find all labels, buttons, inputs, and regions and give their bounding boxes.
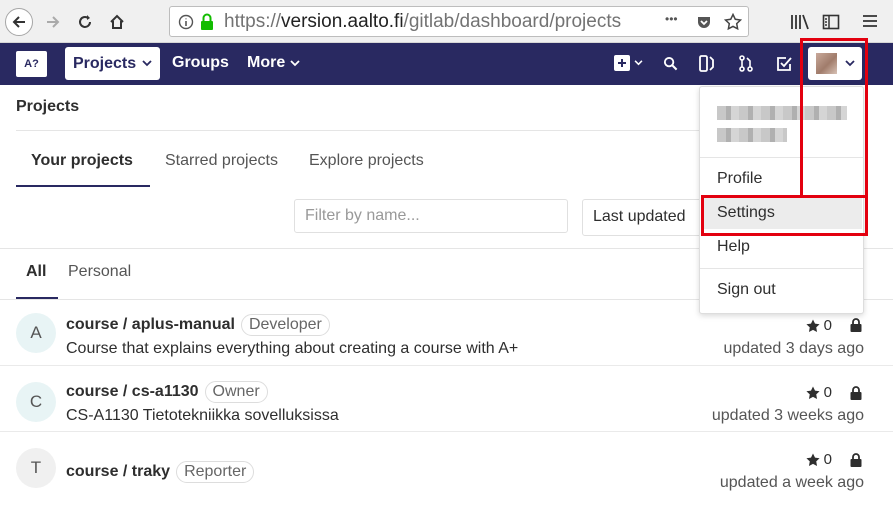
project-name[interactable]: course / cs-a1130 <box>66 383 199 400</box>
arrow-right-icon <box>47 16 60 28</box>
project-name-line: course / cs-a1130 Owner <box>66 381 268 403</box>
page-actions-icon[interactable]: ••• <box>665 12 678 26</box>
star-icon <box>806 318 820 332</box>
hamburger-menu-icon[interactable] <box>862 13 878 29</box>
star-icon <box>806 385 820 399</box>
issues-icon[interactable] <box>699 55 715 72</box>
gitlab-navbar: A? Projects Groups More <box>0 43 893 85</box>
project-avatar: A <box>16 313 56 353</box>
groups-link[interactable]: Groups <box>172 54 229 72</box>
active-tab-indicator <box>16 185 150 187</box>
divider <box>16 130 706 131</box>
chevron-down-icon <box>290 59 300 66</box>
private-lock-icon <box>850 318 862 332</box>
search-icon[interactable] <box>663 56 678 71</box>
subtab-all[interactable]: All <box>26 263 46 281</box>
library-icon[interactable] <box>790 13 810 31</box>
home-icon <box>110 14 124 29</box>
tab-starred-projects[interactable]: Starred projects <box>165 152 278 170</box>
project-row[interactable]: T course / traky Reporter 0 updated a wee… <box>0 432 893 498</box>
project-name-line: course / traky Reporter <box>66 461 255 483</box>
star-icon <box>806 452 820 466</box>
project-description: CS-A1130 Tietotekniikka sovelluksissa <box>66 407 339 424</box>
sort-dropdown[interactable]: Last updated <box>582 199 712 236</box>
url-bar[interactable]: https://version.aalto.fi/gitlab/dashboar… <box>169 6 749 37</box>
blurred-handle <box>717 128 787 142</box>
url-text: https://version.aalto.fi/gitlab/dashboar… <box>224 11 622 32</box>
role-badge: Owner <box>204 381 268 403</box>
project-avatar: C <box>16 382 56 422</box>
merge-request-icon[interactable] <box>738 55 754 72</box>
star-count[interactable]: 0 <box>806 317 832 334</box>
projects-menu-button[interactable]: Projects <box>65 47 160 80</box>
projects-menu-label: Projects <box>73 54 137 72</box>
private-lock-icon <box>850 386 862 400</box>
home-button[interactable] <box>103 8 131 36</box>
back-button[interactable] <box>5 8 33 36</box>
page-title: Projects <box>16 98 80 115</box>
chevron-down-icon <box>634 60 643 66</box>
bookmark-star-icon[interactable] <box>724 13 742 31</box>
annotation-highlight-settings <box>701 195 868 236</box>
star-count[interactable]: 0 <box>806 384 832 401</box>
project-row[interactable]: C course / cs-a1130 Owner CS-A1130 Tietot… <box>0 366 893 432</box>
annotation-highlight-avatar <box>800 38 868 198</box>
plus-square-icon <box>614 55 630 71</box>
lock-icon <box>201 13 213 30</box>
arrow-left-icon <box>12 16 25 28</box>
forward-button[interactable] <box>39 8 67 36</box>
project-avatar: T <box>16 448 56 488</box>
menu-item-sign-out[interactable]: Sign out <box>701 274 862 306</box>
sidebar-icon[interactable] <box>822 13 840 31</box>
project-name[interactable]: course / traky <box>66 463 170 480</box>
star-count[interactable]: 0 <box>806 451 832 468</box>
chevron-down-icon <box>142 60 152 67</box>
project-name-line: course / aplus-manual Developer <box>66 314 330 336</box>
private-lock-icon <box>850 453 862 467</box>
reload-button[interactable] <box>71 8 99 36</box>
subtab-personal[interactable]: Personal <box>68 263 131 281</box>
updated-time: updated a week ago <box>719 474 864 491</box>
updated-time: updated 3 days ago <box>723 340 864 357</box>
role-badge: Reporter <box>176 461 255 483</box>
new-item-button[interactable] <box>614 55 643 71</box>
filter-by-name-input[interactable] <box>294 199 568 233</box>
more-menu-label: More <box>247 54 286 71</box>
tab-explore-projects[interactable]: Explore projects <box>309 152 424 170</box>
pocket-icon[interactable] <box>696 14 712 30</box>
browser-toolbar: https://version.aalto.fi/gitlab/dashboar… <box>0 0 893 43</box>
aalto-logo[interactable]: A? <box>16 51 47 77</box>
reload-icon <box>79 15 91 28</box>
todos-icon[interactable] <box>776 55 793 72</box>
more-menu-button[interactable]: More <box>247 54 300 72</box>
role-badge: Developer <box>240 314 330 336</box>
info-icon <box>178 14 194 30</box>
project-description: Course that explains everything about cr… <box>66 340 519 357</box>
updated-time: updated 3 weeks ago <box>711 407 864 424</box>
tab-your-projects[interactable]: Your projects <box>31 152 133 170</box>
project-name[interactable]: course / aplus-manual <box>66 316 235 333</box>
divider <box>700 268 863 269</box>
